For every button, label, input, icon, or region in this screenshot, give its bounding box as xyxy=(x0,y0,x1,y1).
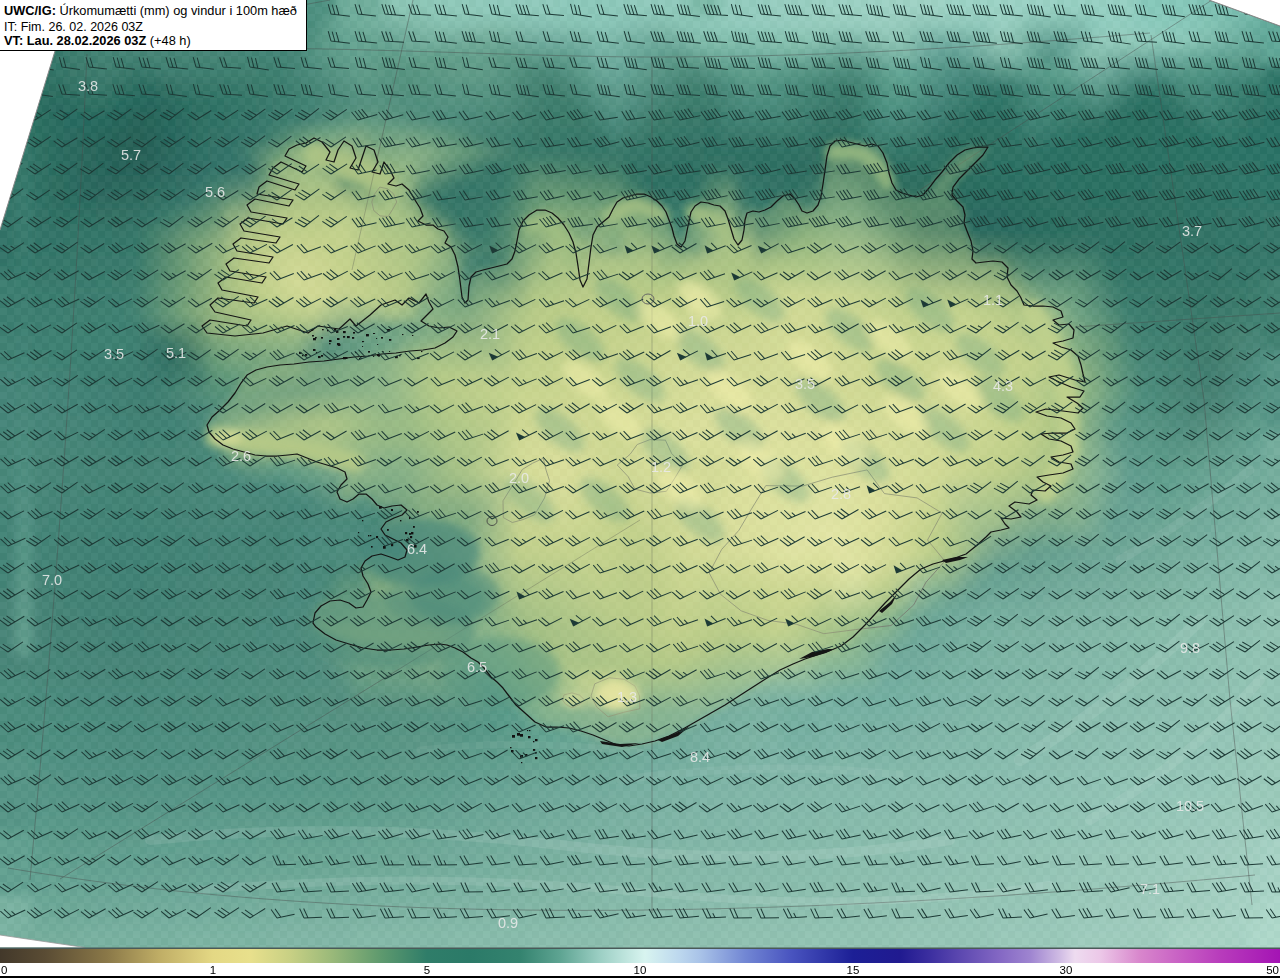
svg-text:5: 5 xyxy=(424,964,430,976)
svg-text:2.8: 2.8 xyxy=(831,486,851,502)
svg-text:5.7: 5.7 xyxy=(121,147,141,163)
svg-text:7.0: 7.0 xyxy=(42,572,62,588)
svg-text:5.6: 5.6 xyxy=(205,184,225,200)
svg-text:9.8: 9.8 xyxy=(1180,640,1200,656)
svg-text:6.5: 6.5 xyxy=(467,659,487,675)
svg-text:5.1: 5.1 xyxy=(166,345,186,361)
svg-text:50: 50 xyxy=(1266,964,1279,976)
svg-text:1.3: 1.3 xyxy=(617,689,637,705)
svg-text:1: 1 xyxy=(210,964,216,976)
svg-text:7.1: 7.1 xyxy=(1140,881,1160,897)
svg-text:3.8: 3.8 xyxy=(78,78,98,94)
svg-text:3.5: 3.5 xyxy=(795,376,815,392)
svg-text:0: 0 xyxy=(1,964,7,976)
svg-text:10: 10 xyxy=(634,964,647,976)
svg-text:1.2: 1.2 xyxy=(651,459,671,475)
svg-text:3.7: 3.7 xyxy=(1182,223,1202,239)
svg-text:6.4: 6.4 xyxy=(407,541,427,557)
svg-text:3.5: 3.5 xyxy=(104,346,124,362)
svg-text:2.1: 2.1 xyxy=(480,326,500,342)
svg-text:30: 30 xyxy=(1060,964,1073,976)
svg-text:15: 15 xyxy=(847,964,860,976)
svg-text:1.0: 1.0 xyxy=(688,313,708,329)
svg-text:10.5: 10.5 xyxy=(1176,798,1204,814)
svg-text:1.1: 1.1 xyxy=(983,292,1003,308)
svg-text:2.0: 2.0 xyxy=(509,470,529,486)
svg-text:8.4: 8.4 xyxy=(690,749,710,765)
svg-text:0.9: 0.9 xyxy=(498,915,518,931)
svg-text:4.3: 4.3 xyxy=(993,378,1013,394)
svg-text:2.6: 2.6 xyxy=(231,448,251,464)
